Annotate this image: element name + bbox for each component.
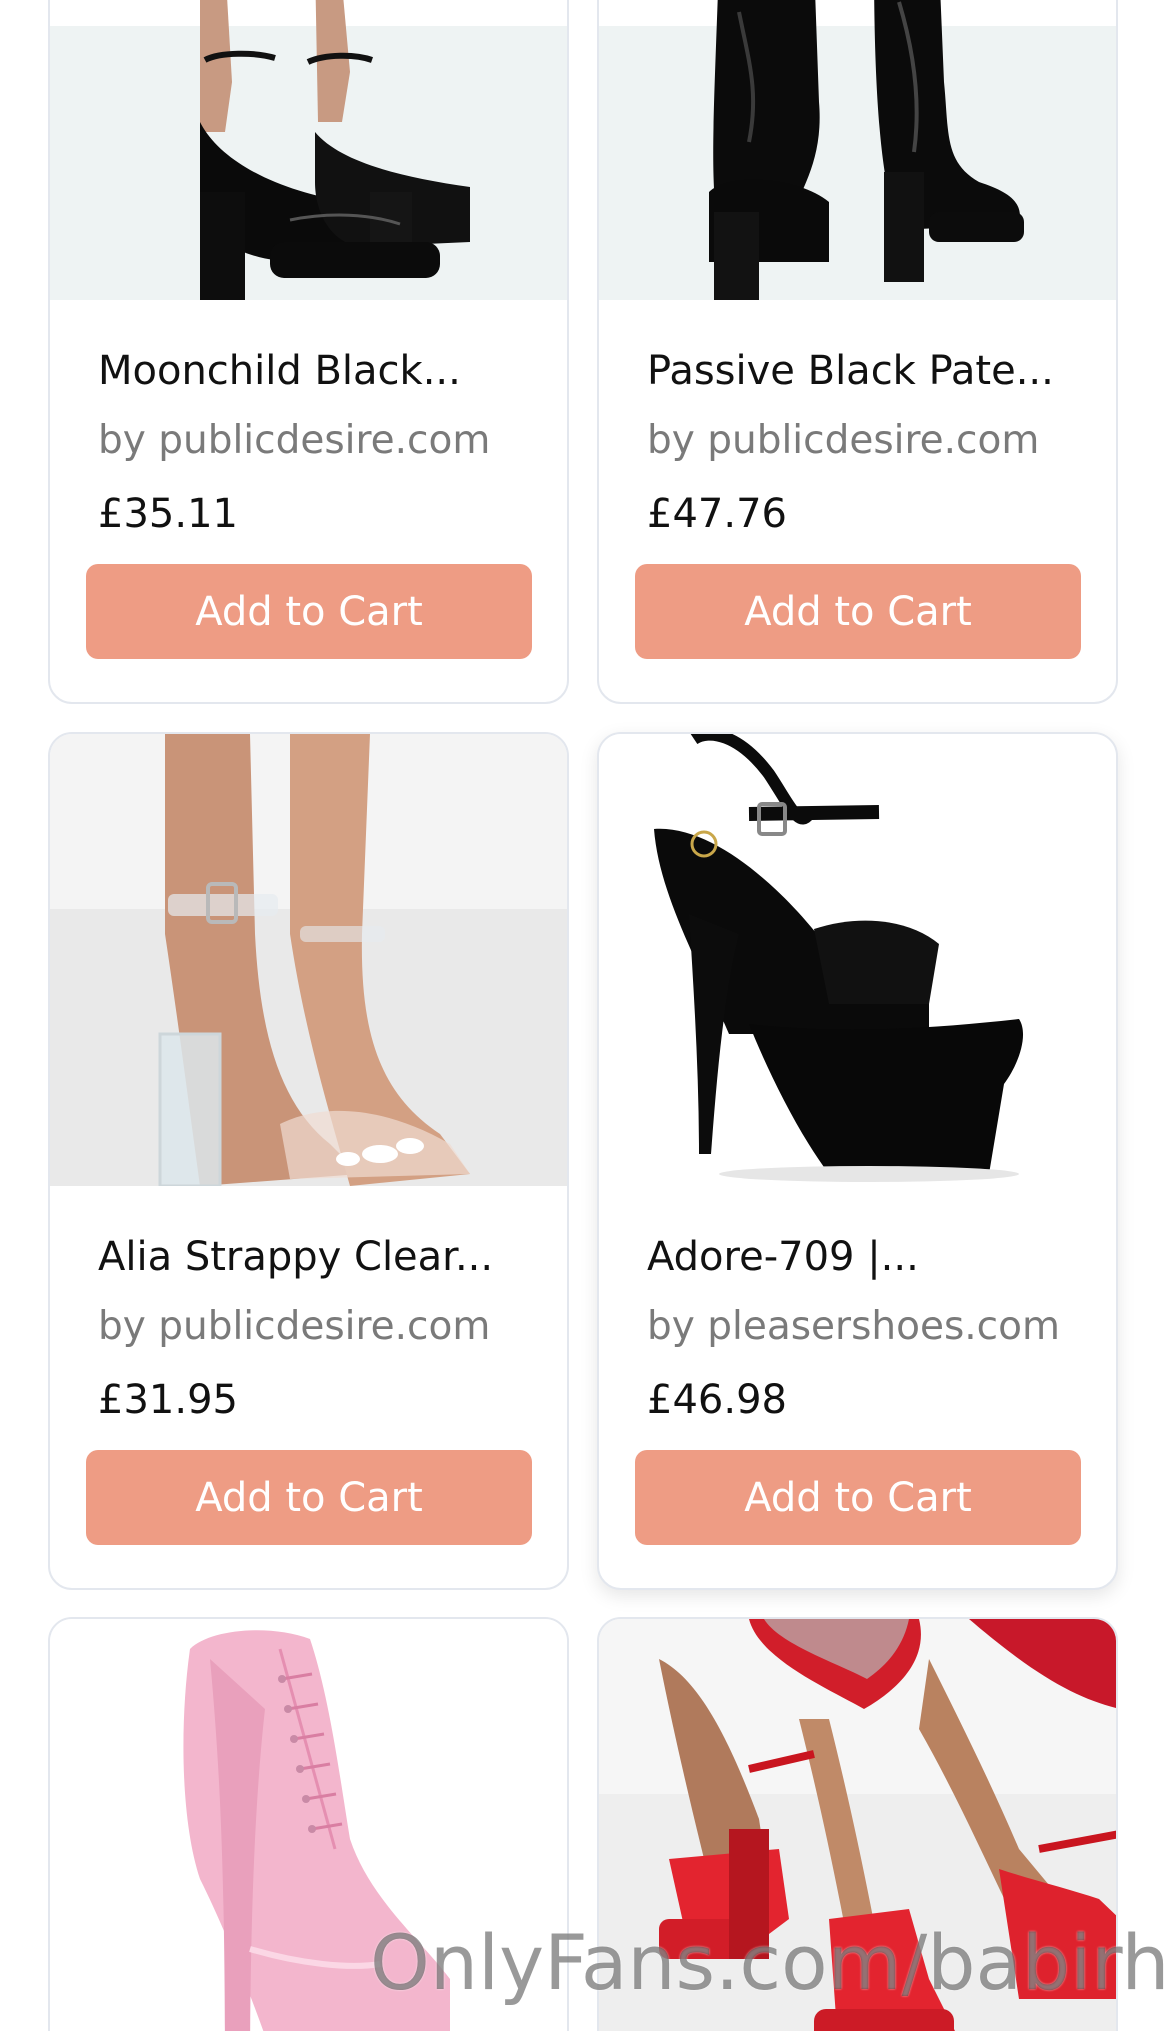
- product-seller: by publicdesire.com: [98, 1304, 491, 1349]
- product-title[interactable]: Moonchild Black...: [98, 348, 518, 394]
- product-image[interactable]: [599, 0, 1116, 300]
- product-price: £35.11: [98, 491, 238, 537]
- watermark-text: OnlyFans.com/babirhi: [370, 1918, 1170, 2007]
- product-image[interactable]: [50, 734, 567, 1186]
- product-title[interactable]: Alia Strappy Clear...: [98, 1234, 518, 1280]
- product-price: £46.98: [647, 1377, 787, 1423]
- product-seller: by pleasershoes.com: [647, 1304, 1060, 1349]
- product-card[interactable]: Moonchild Black... by publicdesire.com £…: [48, 0, 569, 704]
- add-to-cart-button[interactable]: Add to Cart: [86, 1450, 532, 1545]
- product-image[interactable]: [599, 734, 1116, 1186]
- product-price: £31.95: [98, 1377, 238, 1423]
- product-seller: by publicdesire.com: [98, 418, 491, 463]
- product-title[interactable]: Adore-709 |...: [647, 1234, 1067, 1280]
- product-price: £47.76: [647, 491, 787, 537]
- product-image[interactable]: [50, 0, 567, 300]
- product-seller: by publicdesire.com: [647, 418, 1040, 463]
- add-to-cart-button[interactable]: Add to Cart: [86, 564, 532, 659]
- product-title[interactable]: Passive Black Pate...: [647, 348, 1067, 394]
- add-to-cart-button[interactable]: Add to Cart: [635, 564, 1081, 659]
- add-to-cart-button[interactable]: Add to Cart: [635, 1450, 1081, 1545]
- product-card[interactable]: Alia Strappy Clear... by publicdesire.co…: [48, 732, 569, 1590]
- product-card[interactable]: Adore-709 |... by pleasershoes.com £46.9…: [597, 732, 1118, 1590]
- product-card[interactable]: Passive Black Pate... by publicdesire.co…: [597, 0, 1118, 704]
